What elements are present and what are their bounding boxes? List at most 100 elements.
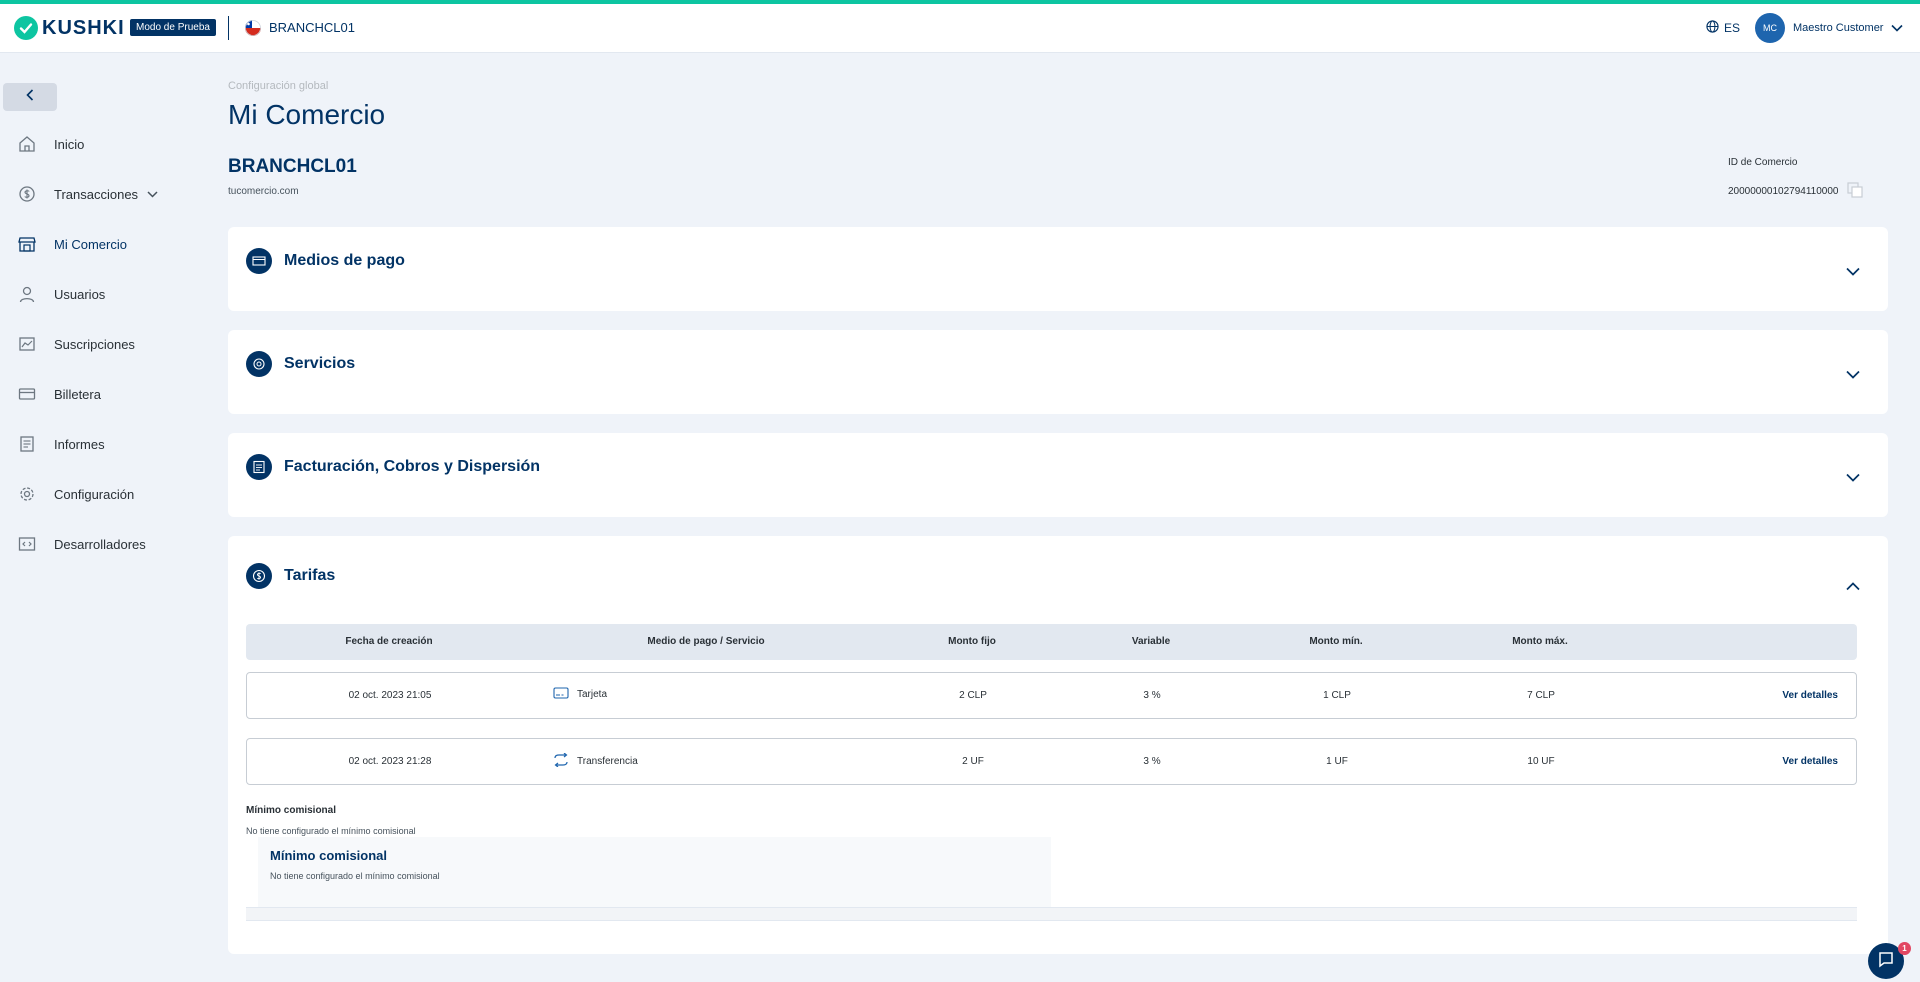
view-details-link[interactable]: Ver detalles	[1782, 690, 1838, 701]
min-commission-box-title: Mínimo comisional	[270, 848, 388, 863]
rates-table-header: Fecha de creación Medio de pago / Servic…	[246, 624, 1857, 660]
collapse-sidebar-button[interactable]	[3, 83, 57, 111]
services-icon	[246, 351, 272, 377]
scrollbar-track[interactable]	[246, 907, 1857, 921]
section-title: Servicios	[284, 355, 356, 372]
creation-date: 02 oct. 2023 21:05	[348, 690, 432, 701]
max-amount: 7 CLP	[1527, 690, 1555, 701]
sidebar-item-label: Informes	[54, 436, 105, 452]
sidebar: Inicio Transacciones Mi Comercio Usuario…	[0, 53, 210, 982]
credit-card-icon	[553, 687, 569, 702]
min-commission-description: No tiene configurado el mínimo comisiona…	[246, 826, 416, 836]
wallet-icon	[17, 384, 37, 404]
code-icon	[17, 534, 37, 554]
sidebar-item-transacciones[interactable]: Transacciones	[0, 179, 200, 209]
chevron-down-icon	[1891, 19, 1904, 37]
section-header[interactable]: Tarifas	[246, 563, 335, 589]
transfer-icon	[553, 752, 569, 770]
section-title: Tarifas	[284, 567, 336, 584]
section-medios-de-pago: Medios de pago	[228, 227, 1888, 311]
section-tarifas: Tarifas Fecha de creación Medio de pago …	[228, 536, 1888, 954]
sidebar-item-label: Billetera	[54, 386, 101, 402]
section-header[interactable]: Facturación, Cobros y Dispersión	[246, 454, 540, 480]
section-title: Medios de pago	[284, 252, 405, 269]
chevron-left-icon	[26, 88, 34, 106]
sidebar-item-informes[interactable]: Informes	[0, 429, 200, 459]
language-selector[interactable]: ES	[1706, 20, 1740, 36]
merchant-id: 20000000102794110000	[1728, 182, 1863, 201]
sidebar-item-billetera[interactable]: Billetera	[0, 379, 200, 409]
min-amount: 1 CLP	[1323, 690, 1351, 701]
language-label: ES	[1724, 21, 1741, 35]
column-header: Monto fijo	[948, 636, 996, 647]
report-icon	[17, 434, 37, 454]
globe-icon	[1706, 20, 1719, 36]
section-servicios: Servicios	[228, 330, 1888, 414]
variable-rate: 3 %	[1143, 756, 1161, 767]
dollar-circle-icon	[17, 184, 37, 204]
sidebar-item-label: Inicio	[54, 136, 85, 152]
sidebar-item-configuracion[interactable]: Configuración	[0, 479, 200, 509]
fixed-amount: 2 UF	[962, 756, 984, 767]
divider	[228, 16, 229, 40]
kushki-logo[interactable]: KUSHKI	[14, 16, 125, 40]
merchant-id-label: ID de Comercio	[1728, 157, 1798, 168]
avatar: MC	[1755, 13, 1785, 43]
breadcrumb[interactable]: Configuración global	[228, 80, 328, 92]
view-details-link[interactable]: Ver detalles	[1782, 756, 1838, 767]
subscriptions-icon	[17, 334, 37, 354]
min-commission-title: Mínimo comisional	[246, 805, 337, 816]
payment-method: Tarjeta	[553, 687, 607, 702]
home-icon	[17, 134, 37, 154]
sidebar-item-label: Usuarios	[54, 286, 106, 302]
sidebar-item-label: Mi Comercio	[54, 236, 127, 252]
check-icon	[14, 16, 38, 40]
sidebar-item-mi-comercio[interactable]: Mi Comercio	[0, 229, 200, 259]
sidebar-item-label: Transacciones	[54, 186, 139, 202]
table-row: 02 oct. 2023 21:05 Tarjeta 2 CLP 3 % 1 C…	[246, 672, 1857, 719]
sidebar-item-usuarios[interactable]: Usuarios	[0, 279, 200, 309]
column-header: Variable	[1131, 636, 1171, 647]
chile-flag-icon	[245, 20, 261, 36]
min-commission-box-description: No tiene configurado el mínimo comisiona…	[270, 871, 440, 881]
column-header: Monto máx.	[1512, 636, 1568, 647]
column-header: Fecha de creación	[345, 636, 433, 647]
min-amount: 1 UF	[1326, 756, 1348, 767]
chevron-down-icon[interactable]	[1846, 469, 1860, 487]
merchant-website: tucomercio.com	[228, 186, 299, 197]
user-name: Maestro Customer	[1793, 22, 1884, 34]
payment-method: Transferencia	[553, 752, 638, 770]
fixed-amount: 2 CLP	[959, 690, 987, 701]
section-header[interactable]: Medios de pago	[246, 248, 405, 274]
payment-method-name: Transferencia	[577, 756, 638, 767]
merchant-selector[interactable]: BRANCHCL01	[269, 20, 355, 35]
dollar-circle-icon	[246, 563, 272, 589]
creation-date: 02 oct. 2023 21:28	[348, 756, 432, 767]
column-header: Medio de pago / Servicio	[647, 636, 765, 647]
user-menu[interactable]: MC Maestro Customer	[1755, 13, 1904, 43]
billing-icon	[246, 454, 272, 480]
min-commission-box: Mínimo comisional No tiene configurado e…	[258, 837, 1051, 907]
page-title: Mi Comercio	[228, 99, 386, 130]
top-bar: KUSHKI Modo de Prueba BRANCHCL01 ES MC M…	[0, 4, 1920, 53]
chevron-down-icon	[147, 185, 158, 203]
section-header[interactable]: Servicios	[246, 351, 355, 377]
section-facturacion: Facturación, Cobros y Dispersión	[228, 433, 1888, 517]
sidebar-item-suscripciones[interactable]: Suscripciones	[0, 329, 200, 359]
notification-badge: 1	[1898, 942, 1911, 955]
max-amount: 10 UF	[1527, 756, 1555, 767]
sidebar-item-inicio[interactable]: Inicio	[0, 129, 200, 159]
section-title: Facturación, Cobros y Dispersión	[284, 458, 541, 475]
chevron-down-icon[interactable]	[1846, 366, 1860, 384]
variable-rate: 3 %	[1143, 690, 1161, 701]
sidebar-item-label: Suscripciones	[54, 336, 135, 352]
chat-icon	[1877, 950, 1895, 973]
chevron-up-icon[interactable]	[1846, 578, 1860, 596]
chevron-down-icon[interactable]	[1846, 263, 1860, 281]
copy-icon[interactable]	[1846, 182, 1863, 201]
gear-icon	[17, 484, 37, 504]
sidebar-item-label: Desarrolladores	[54, 536, 146, 552]
merchant-id-value: 20000000102794110000	[1728, 186, 1839, 197]
user-icon	[17, 284, 37, 304]
sidebar-item-desarrolladores[interactable]: Desarrolladores	[0, 529, 200, 559]
